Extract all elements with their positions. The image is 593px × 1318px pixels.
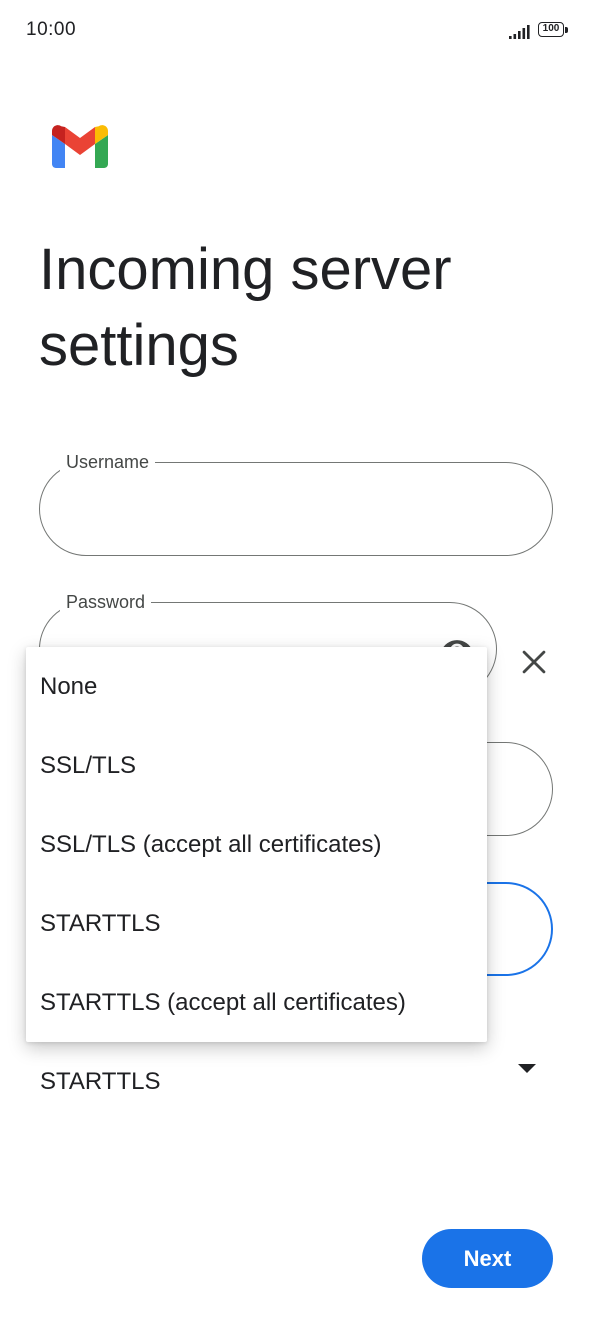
security-type-menu: None SSL/TLS SSL/TLS (accept all certifi… [26, 647, 487, 1042]
menu-item-ssl-tls-accept-all[interactable]: SSL/TLS (accept all certificates) [26, 805, 487, 884]
battery-icon: 100 [538, 22, 570, 39]
menu-item-none[interactable]: None [26, 647, 487, 726]
username-label: Username [60, 452, 156, 472]
close-icon[interactable] [517, 645, 551, 679]
page-title: Incoming server settings [39, 237, 452, 378]
battery-level: 100 [538, 22, 564, 37]
battery-tip [565, 27, 568, 33]
security-type-value: STARTTLS [40, 1068, 161, 1095]
status-time: 10:00 [26, 19, 77, 40]
gmail-logo-icon [52, 125, 108, 168]
dropdown-arrow-icon[interactable] [518, 1064, 536, 1073]
next-button[interactable]: Next [422, 1229, 553, 1288]
menu-item-starttls-accept-all[interactable]: STARTTLS (accept all certificates) [26, 963, 487, 1042]
security-type-select[interactable]: STARTTLS [26, 1040, 553, 1096]
menu-item-starttls[interactable]: STARTTLS [26, 884, 487, 963]
password-label: Password [60, 592, 152, 612]
status-bar: 10:00 100 [0, 0, 593, 62]
signal-icon [509, 25, 530, 39]
menu-item-ssl-tls[interactable]: SSL/TLS [26, 726, 487, 805]
incoming-server-settings-screen: 10:00 100 Incoming server settings Usern… [0, 0, 593, 1318]
username-field[interactable]: Username [39, 452, 553, 556]
